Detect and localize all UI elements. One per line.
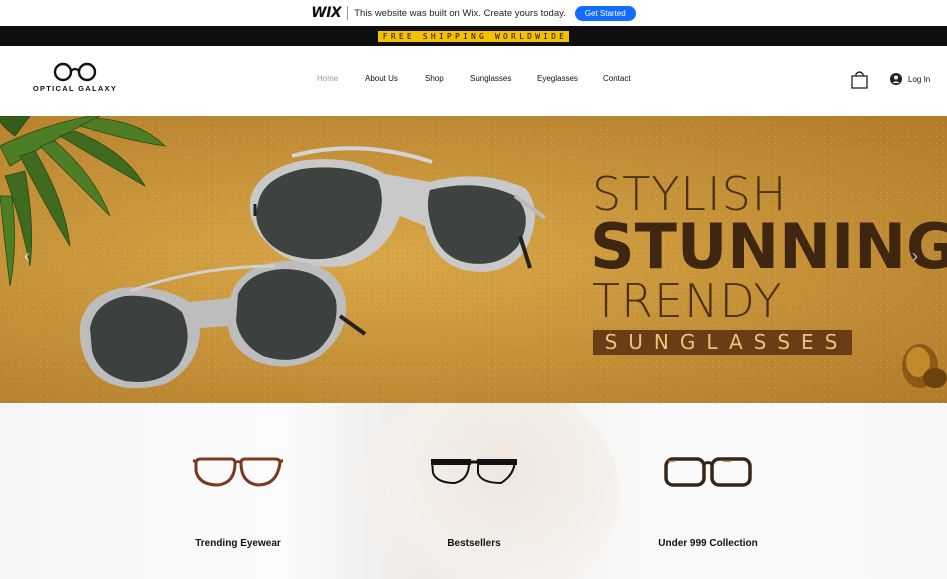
divider bbox=[347, 6, 349, 20]
slide-prev-arrow-icon[interactable]: ‹ bbox=[24, 246, 30, 267]
bronze-coin-image bbox=[902, 344, 947, 388]
hero-line-stunning: STUNNING bbox=[590, 210, 947, 283]
nav-about-us[interactable]: About Us bbox=[365, 74, 398, 83]
collection-label: Trending Eyewear bbox=[195, 538, 281, 549]
hero-slideshow[interactable]: STYLISH STUNNING TRENDY SUNGLASSES ‹ › bbox=[0, 116, 947, 403]
hero-line-trendy: TRENDY bbox=[592, 274, 783, 328]
nav-eyeglasses[interactable]: Eyeglasses bbox=[537, 74, 578, 83]
get-started-button[interactable]: Get Started bbox=[574, 5, 636, 21]
wix-logo[interactable]: WIX bbox=[311, 5, 341, 21]
nav-home[interactable]: Home bbox=[317, 74, 338, 83]
wix-banner-message: This website was built on Wix. Create yo… bbox=[354, 7, 566, 19]
collections-section: Trending Eyewear Bestsellers Under 999 C… bbox=[0, 403, 947, 579]
eyeglasses-icon bbox=[430, 459, 517, 485]
site-header: OPTICAL GALAXY Home About Us Shop Sungla… bbox=[0, 46, 947, 116]
nav-shop[interactable]: Shop bbox=[425, 74, 444, 83]
background-face-image bbox=[360, 403, 620, 579]
round-sunglasses-image bbox=[79, 261, 367, 389]
nav-sunglasses[interactable]: Sunglasses bbox=[470, 74, 511, 83]
eyeglasses-icon bbox=[193, 457, 283, 487]
slide-next-arrow-icon[interactable]: › bbox=[912, 246, 918, 267]
glasses-logo-icon bbox=[53, 62, 97, 82]
logo-text: OPTICAL GALAXY bbox=[32, 84, 118, 93]
wix-promo-banner: WIX This website was built on Wix. Creat… bbox=[0, 0, 947, 26]
login-button[interactable]: Log In bbox=[890, 73, 930, 85]
shipping-strip: FREE SHIPPING WORLDWIDE bbox=[0, 26, 947, 46]
eyeglasses-icon bbox=[664, 457, 752, 487]
collection-label: Under 999 Collection bbox=[658, 538, 758, 549]
aviator-sunglasses-image bbox=[249, 146, 547, 272]
shopping-bag-icon[interactable] bbox=[851, 70, 868, 89]
site-logo[interactable]: OPTICAL GALAXY bbox=[32, 62, 118, 94]
collection-label: Bestsellers bbox=[447, 538, 501, 549]
free-shipping-text: FREE SHIPPING WORLDWIDE bbox=[377, 30, 570, 42]
hero-line-sunglasses: SUNGLASSES bbox=[593, 330, 852, 355]
login-label: Log In bbox=[908, 74, 931, 84]
user-avatar-icon bbox=[890, 73, 902, 85]
nav-contact[interactable]: Contact bbox=[603, 74, 631, 83]
